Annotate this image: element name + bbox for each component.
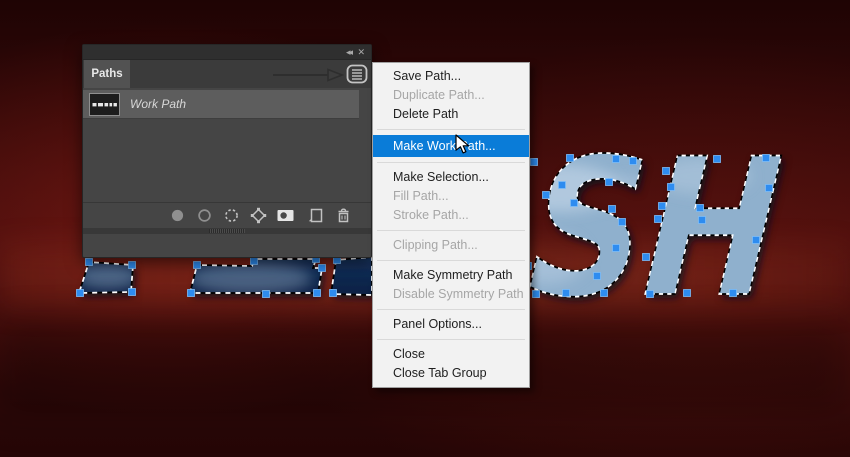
anchor-point[interactable] xyxy=(533,291,540,298)
menu-item-delete-path[interactable]: Delete Path xyxy=(373,105,529,124)
menu-item-panel-options[interactable]: Panel Options... xyxy=(373,315,529,334)
menu-item-make-selection[interactable]: Make Selection... xyxy=(373,168,529,187)
anchor-point[interactable] xyxy=(613,156,620,163)
tab-paths[interactable]: Paths xyxy=(84,60,130,88)
anchor-point[interactable] xyxy=(129,289,136,296)
anchor-point[interactable] xyxy=(766,185,773,192)
menu-separator xyxy=(377,129,525,130)
menu-item-make-symmetry-path[interactable]: Make Symmetry Path xyxy=(373,266,529,285)
anchor-point[interactable] xyxy=(643,254,650,261)
anchor-point[interactable] xyxy=(763,155,770,162)
panel-body: Work Path xyxy=(83,88,371,234)
paths-panel: ◂◂ ✕ Paths xyxy=(82,44,372,258)
anchor-point[interactable] xyxy=(330,290,337,297)
stroke-path-icon[interactable] xyxy=(196,207,213,224)
menu-item-make-work-path[interactable]: Make Work Path... xyxy=(373,135,529,157)
anchor-point[interactable] xyxy=(319,265,326,272)
panel-title-bar: ◂◂ ✕ xyxy=(83,45,371,60)
anchor-point[interactable] xyxy=(129,262,136,269)
make-work-path-icon[interactable] xyxy=(250,207,267,224)
load-selection-icon[interactable] xyxy=(223,207,240,224)
panel-close-icon[interactable]: ✕ xyxy=(357,46,365,58)
anchor-point[interactable] xyxy=(263,291,270,298)
anchor-point[interactable] xyxy=(77,290,84,297)
fill-path-icon[interactable] xyxy=(169,207,186,224)
menu-separator xyxy=(377,309,525,310)
menu-separator xyxy=(377,230,525,231)
anchor-point[interactable] xyxy=(697,205,704,212)
collapse-to-icons-icon[interactable]: ◂◂ xyxy=(346,46,351,58)
anchor-point[interactable] xyxy=(699,217,706,224)
annotation-arrow xyxy=(272,68,344,82)
new-path-icon[interactable] xyxy=(307,207,324,224)
menu-separator xyxy=(377,339,525,340)
anchor-point[interactable] xyxy=(567,155,574,162)
anchor-point[interactable] xyxy=(563,290,570,297)
menu-item-close-tab-group[interactable]: Close Tab Group xyxy=(373,364,529,383)
menu-item-close[interactable]: Close xyxy=(373,345,529,364)
anchor-point[interactable] xyxy=(668,184,675,191)
photoshop-canvas: SH xyxy=(0,0,850,457)
menu-item-clipping-path: Clipping Path... xyxy=(373,236,529,255)
anchor-point[interactable] xyxy=(86,259,93,266)
anchor-point[interactable] xyxy=(314,290,321,297)
work-path-thumbnail xyxy=(89,93,120,116)
anchor-point[interactable] xyxy=(531,159,538,166)
anchor-point[interactable] xyxy=(601,290,608,297)
anchor-point[interactable] xyxy=(684,290,691,297)
anchor-point[interactable] xyxy=(659,203,666,210)
work-path-label: Work Path xyxy=(130,97,186,111)
anchor-point[interactable] xyxy=(571,200,578,207)
anchor-point[interactable] xyxy=(753,237,760,244)
anchor-point[interactable] xyxy=(630,158,637,165)
anchor-point[interactable] xyxy=(619,219,626,226)
anchor-point[interactable] xyxy=(251,258,258,265)
panel-menu-button[interactable] xyxy=(346,64,368,84)
anchor-point[interactable] xyxy=(655,216,662,223)
anchor-point[interactable] xyxy=(730,290,737,297)
menu-separator xyxy=(377,162,525,163)
work-path-row[interactable]: Work Path xyxy=(83,90,359,119)
panel-resize-strip[interactable] xyxy=(83,228,371,234)
anchor-point[interactable] xyxy=(194,262,201,269)
menu-item-stroke-path: Stroke Path... xyxy=(373,206,529,225)
hamburger-icon xyxy=(352,70,362,79)
anchor-point[interactable] xyxy=(188,290,195,297)
anchor-point[interactable] xyxy=(647,291,654,298)
menu-item-save-path[interactable]: Save Path... xyxy=(373,67,529,86)
resize-gripper-icon xyxy=(209,229,245,233)
add-mask-icon[interactable] xyxy=(277,207,294,224)
anchor-point[interactable] xyxy=(714,156,721,163)
anchor-point[interactable] xyxy=(613,245,620,252)
delete-path-icon[interactable] xyxy=(335,207,352,224)
paths-panel-menu: Save Path... Duplicate Path... Delete Pa… xyxy=(372,62,530,388)
menu-item-disable-symmetry-path: Disable Symmetry Path xyxy=(373,285,529,304)
anchor-point[interactable] xyxy=(606,179,613,186)
anchor-point[interactable] xyxy=(543,192,550,199)
anchor-point[interactable] xyxy=(594,273,601,280)
anchor-point[interactable] xyxy=(559,182,566,189)
panel-toolbar xyxy=(83,202,371,228)
menu-separator xyxy=(377,260,525,261)
panel-tab-bar: Paths xyxy=(83,60,371,88)
anchor-point[interactable] xyxy=(663,168,670,175)
menu-item-fill-path: Fill Path... xyxy=(373,187,529,206)
anchor-point[interactable] xyxy=(609,206,616,213)
menu-item-duplicate-path: Duplicate Path... xyxy=(373,86,529,105)
